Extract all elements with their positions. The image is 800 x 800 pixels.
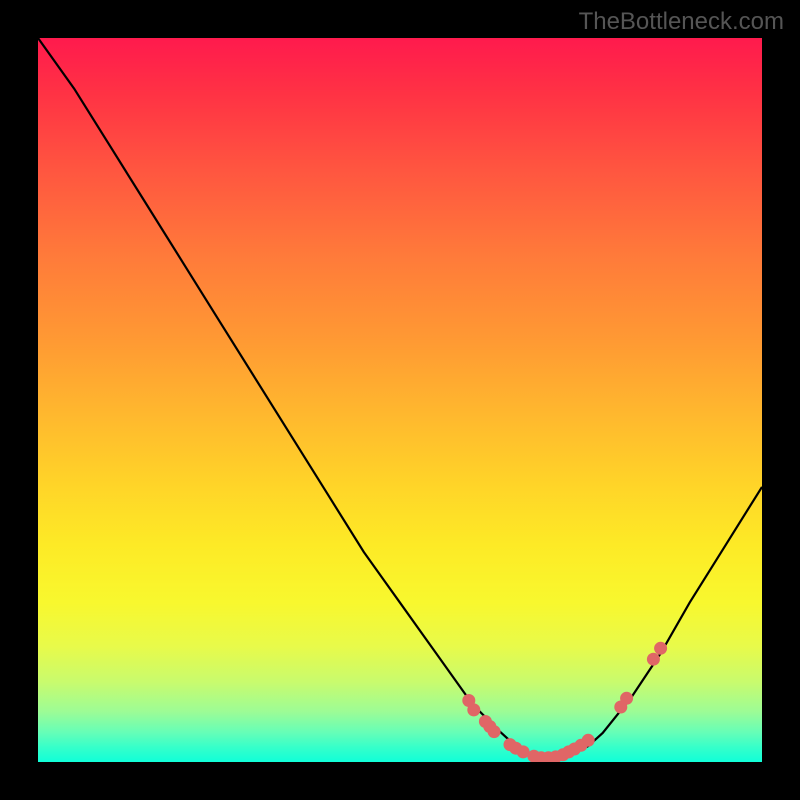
curve-marker [467,703,480,716]
watermark-text: TheBottleneck.com [579,8,784,36]
curve-markers [462,642,667,762]
curve-marker [654,642,667,655]
curve-marker [620,692,633,705]
chart-svg [38,38,762,762]
curve-marker [582,734,595,747]
curve-marker [488,725,501,738]
chart-plot-area [38,38,762,762]
curve-marker [647,653,660,666]
bottleneck-curve-line [38,38,762,758]
